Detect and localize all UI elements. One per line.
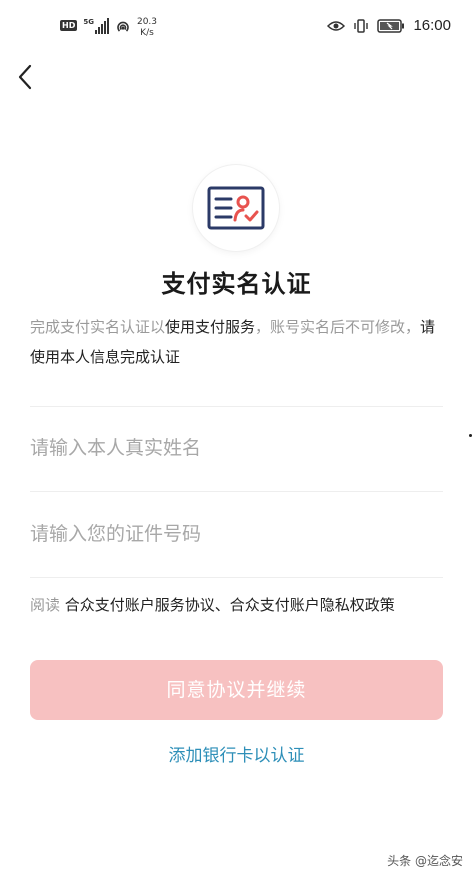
clock: 16:00 xyxy=(413,17,451,34)
edge-dot xyxy=(469,434,472,437)
real-name-input[interactable] xyxy=(30,428,443,468)
agreement-row: 阅读 合众支付账户服务协议、合众支付账户隐私权政策 xyxy=(30,594,395,615)
description: 完成支付实名认证以使用支付服务，账号实名后不可修改，请使用本人信息完成认证 xyxy=(30,312,445,372)
hotspot-icon xyxy=(117,21,129,32)
agree-continue-button[interactable]: 同意协议并继续 xyxy=(30,660,443,720)
network-gen-label: 5G xyxy=(83,18,94,26)
divider xyxy=(30,406,443,407)
description-text: ，账号实名后不可修改， xyxy=(255,318,421,336)
eye-icon xyxy=(327,20,346,31)
speed-unit: K/s xyxy=(140,28,154,38)
description-highlight: 使用支付服务 xyxy=(165,318,256,336)
battery-icon xyxy=(377,18,405,33)
divider xyxy=(30,491,443,492)
back-arrow-icon xyxy=(18,64,32,90)
status-left: HD 5G 20.3 K/s xyxy=(60,16,157,39)
speed-value: 20.3 xyxy=(136,17,158,27)
hd-badge: HD xyxy=(60,20,78,31)
vibrate-icon xyxy=(354,18,369,33)
agreement-prefix: 阅读 xyxy=(30,596,61,614)
back-button[interactable] xyxy=(14,62,40,92)
status-right: 16:00 xyxy=(327,17,451,34)
divider xyxy=(30,577,443,578)
logo-circle xyxy=(193,165,279,251)
agreement-links[interactable]: 合众支付账户服务协议、合众支付账户隐私权政策 xyxy=(65,596,395,614)
id-card-verify-icon xyxy=(207,186,265,230)
watermark: 头条 @迄念安 xyxy=(387,854,463,868)
network-speed: 20.3 K/s xyxy=(137,17,157,39)
status-bar: HD 5G 20.3 K/s 16:00 xyxy=(0,0,473,58)
id-number-input[interactable] xyxy=(30,514,443,554)
signal-icon: 5G xyxy=(83,18,109,34)
add-bank-card-link[interactable]: 添加银行卡以认证 xyxy=(0,741,473,766)
description-text: 完成支付实名认证以 xyxy=(30,318,166,336)
page-title: 支付实名认证 xyxy=(161,270,312,298)
